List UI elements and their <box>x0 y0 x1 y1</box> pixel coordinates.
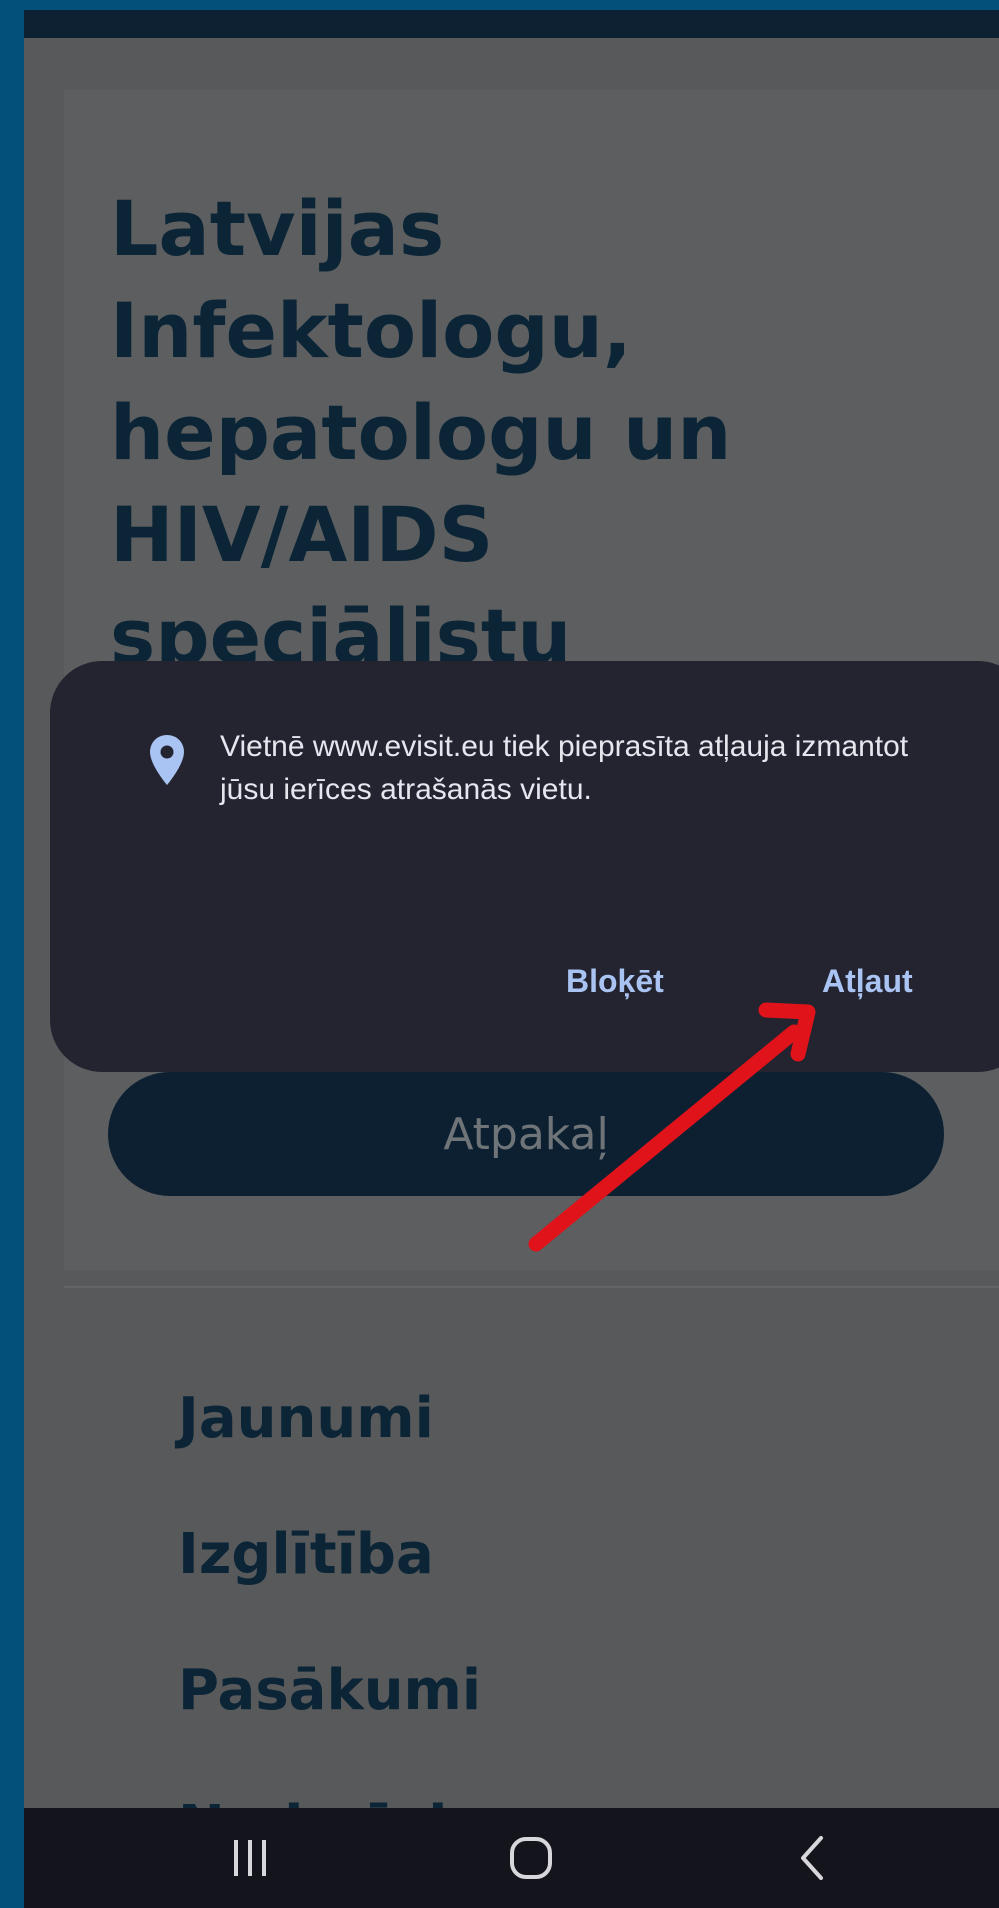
menu-item-izglitiba[interactable]: Izglītība <box>178 1522 938 1587</box>
recents-button[interactable] <box>200 1824 300 1892</box>
back-nav-button[interactable] <box>762 1824 862 1892</box>
location-pin-icon <box>150 735 184 785</box>
back-icon <box>801 1836 823 1880</box>
menu-item-pasakumi[interactable]: Pasākumi <box>178 1658 938 1723</box>
menu-divider <box>64 1286 999 1288</box>
navigation-bar <box>24 1808 999 1908</box>
menu-item-jaunumi[interactable]: Jaunumi <box>178 1386 938 1451</box>
home-icon <box>510 1837 552 1879</box>
phone-screen: Latvijas Infektologu, hepatologu un HIV/… <box>24 10 999 1908</box>
block-button[interactable]: Bloķēt <box>566 953 664 1009</box>
back-button[interactable]: Atpakaļ <box>108 1072 944 1196</box>
recents-icon <box>234 1840 266 1876</box>
allow-button[interactable]: Atļaut <box>822 953 913 1009</box>
page-title: Latvijas Infektologu, hepatologu un HIV/… <box>110 184 732 668</box>
permission-message: Vietnē www.evisit.eu tiek pieprasīta atļ… <box>220 730 909 806</box>
status-bar <box>24 10 999 38</box>
home-button[interactable] <box>481 1824 581 1892</box>
back-button-label: Atpakaļ <box>443 1108 609 1160</box>
location-permission-dialog: Vietnē www.evisit.eu tiek pieprasīta atļ… <box>50 661 999 1072</box>
